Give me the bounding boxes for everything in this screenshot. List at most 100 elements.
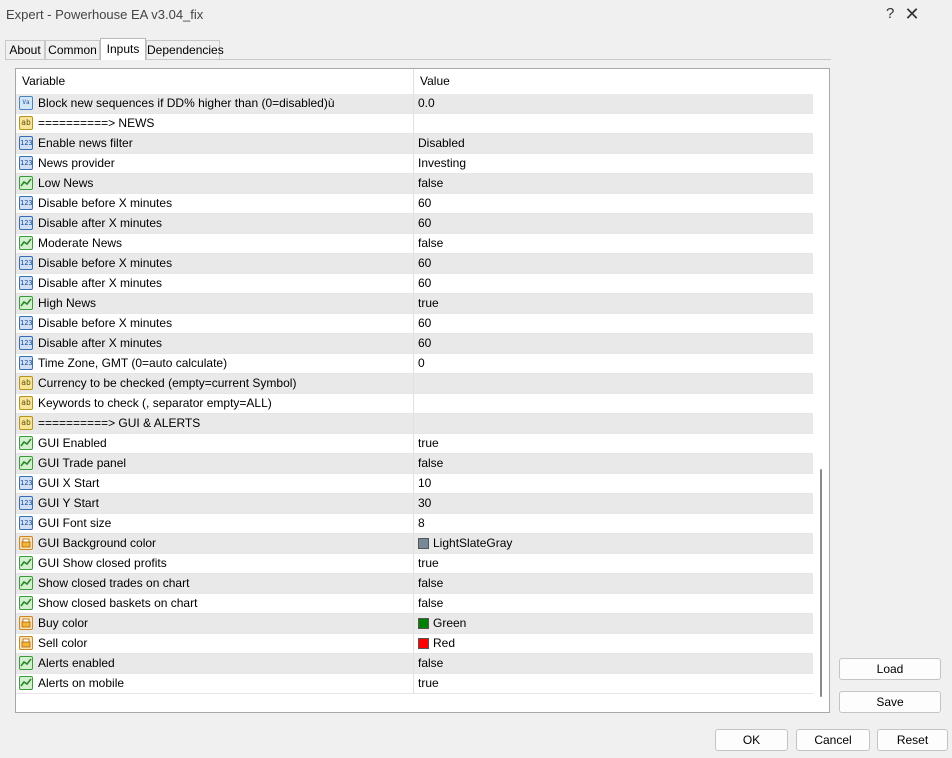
- value-cell[interactable]: false: [418, 234, 443, 253]
- close-icon[interactable]: ✕: [902, 3, 922, 25]
- value-cell[interactable]: false: [418, 174, 443, 193]
- header-value[interactable]: Value: [414, 69, 813, 94]
- table-row[interactable]: 123 Time Zone, GMT (0=auto calculate) 0: [16, 354, 813, 374]
- string-icon: ab: [19, 396, 33, 410]
- scrollbar-thumb[interactable]: [820, 469, 822, 697]
- table-row[interactable]: ab ==========> NEWS: [16, 114, 813, 134]
- column-separator: [413, 654, 414, 673]
- table-row[interactable]: Alerts enabled false: [16, 654, 813, 674]
- value-cell[interactable]: 60: [418, 274, 431, 293]
- reset-button[interactable]: Reset: [877, 729, 948, 751]
- value-text: 60: [418, 256, 432, 270]
- table-row[interactable]: Show closed trades on chart false: [16, 574, 813, 594]
- value-cell[interactable]: 30: [418, 494, 431, 513]
- variable-name: Keywords to check (, separator empty=ALL…: [38, 396, 272, 410]
- value-cell[interactable]: 8: [418, 514, 425, 533]
- value-cell[interactable]: Disabled: [418, 134, 465, 153]
- table-row[interactable]: Low News false: [16, 174, 813, 194]
- value-cell[interactable]: Investing: [418, 154, 466, 173]
- table-row[interactable]: Sell color Red: [16, 634, 813, 654]
- color-icon: [19, 616, 33, 630]
- inputs-grid[interactable]: Variable Value Va Block new sequences if …: [15, 68, 830, 713]
- header-variable[interactable]: Variable: [16, 69, 413, 94]
- integer-icon: 123: [19, 156, 33, 170]
- column-separator: [413, 314, 414, 333]
- value-cell[interactable]: false: [418, 654, 443, 673]
- table-row[interactable]: 123 GUI Font size 8: [16, 514, 813, 534]
- value-cell[interactable]: 60: [418, 254, 431, 273]
- table-row[interactable]: 123 Enable news filter Disabled: [16, 134, 813, 154]
- table-row[interactable]: 123 Disable after X minutes 60: [16, 274, 813, 294]
- color-swatch: [418, 638, 429, 649]
- table-row[interactable]: 123 Disable after X minutes 60: [16, 214, 813, 234]
- integer-icon: 123: [19, 496, 33, 510]
- ok-button[interactable]: OK: [715, 729, 788, 751]
- column-separator: [413, 454, 414, 473]
- column-separator: [413, 154, 414, 173]
- table-row[interactable]: GUI Enabled true: [16, 434, 813, 454]
- table-row[interactable]: High News true: [16, 294, 813, 314]
- table-row[interactable]: Moderate News false: [16, 234, 813, 254]
- table-row[interactable]: GUI Show closed profits true: [16, 554, 813, 574]
- value-cell[interactable]: LightSlateGray: [418, 534, 512, 553]
- column-separator: [413, 634, 414, 653]
- tab-dependencies[interactable]: Dependencies: [146, 40, 224, 59]
- value-cell[interactable]: true: [418, 294, 439, 313]
- value-cell[interactable]: false: [418, 454, 443, 473]
- value-cell[interactable]: true: [418, 554, 439, 573]
- column-separator: [413, 574, 414, 593]
- table-row[interactable]: 123 Disable before X minutes 60: [16, 254, 813, 274]
- tab-common[interactable]: Common: [45, 40, 100, 59]
- value-cell[interactable]: 60: [418, 334, 431, 353]
- tab-about[interactable]: About: [5, 40, 45, 59]
- table-row[interactable]: Alerts on mobile true: [16, 674, 813, 694]
- variable-name: Disable after X minutes: [38, 336, 163, 350]
- table-row[interactable]: 123 Disable after X minutes 60: [16, 334, 813, 354]
- value-cell[interactable]: true: [418, 434, 439, 453]
- value-text: Disabled: [418, 136, 465, 150]
- value-cell[interactable]: Green: [418, 614, 466, 633]
- help-button[interactable]: ?: [886, 5, 894, 22]
- value-cell[interactable]: 60: [418, 214, 431, 233]
- variable-name: ==========> NEWS: [38, 116, 155, 130]
- table-row[interactable]: Va Block new sequences if DD% higher than…: [16, 94, 813, 114]
- variable-name: Disable after X minutes: [38, 276, 163, 290]
- value-cell[interactable]: 60: [418, 194, 431, 213]
- value-cell[interactable]: true: [418, 674, 439, 693]
- value-cell[interactable]: 60: [418, 314, 431, 333]
- value-text: Red: [433, 636, 456, 650]
- table-row[interactable]: 123 News provider Investing: [16, 154, 813, 174]
- value-cell[interactable]: false: [418, 574, 443, 593]
- table-row[interactable]: Show closed baskets on chart false: [16, 594, 813, 614]
- table-row[interactable]: Buy color Green: [16, 614, 813, 634]
- table-row[interactable]: ab Keywords to check (, separator empty=A…: [16, 394, 813, 414]
- column-separator: [413, 114, 414, 133]
- table-row[interactable]: 123 Disable before X minutes 60: [16, 314, 813, 334]
- table-row[interactable]: GUI Trade panel false: [16, 454, 813, 474]
- table-row[interactable]: 123 Disable before X minutes 60: [16, 194, 813, 214]
- value-cell[interactable]: 0.0: [418, 94, 435, 113]
- value-text: true: [418, 296, 439, 310]
- value-cell[interactable]: Red: [418, 634, 455, 653]
- table-row[interactable]: ab Currency to be checked (empty=current …: [16, 374, 813, 394]
- column-separator: [413, 614, 414, 633]
- value-cell[interactable]: 10: [418, 474, 431, 493]
- variable-name: GUI Background color: [38, 536, 157, 550]
- value-cell[interactable]: false: [418, 594, 443, 613]
- table-row[interactable]: ab ==========> GUI & ALERTS: [16, 414, 813, 434]
- table-row[interactable]: 123 GUI X Start 10: [16, 474, 813, 494]
- tab-inputs[interactable]: Inputs: [100, 38, 146, 60]
- integer-icon: 123: [19, 356, 33, 370]
- load-button[interactable]: Load: [839, 658, 941, 680]
- column-separator: [413, 174, 414, 193]
- table-row[interactable]: 123 GUI Y Start 30: [16, 494, 813, 514]
- vertical-scrollbar[interactable]: [815, 69, 829, 712]
- value-text: 0.0: [418, 96, 435, 110]
- value-cell[interactable]: 0: [418, 354, 425, 373]
- cancel-button[interactable]: Cancel: [796, 729, 870, 751]
- save-button[interactable]: Save: [839, 691, 941, 713]
- column-separator: [413, 414, 414, 433]
- table-row[interactable]: GUI Background color LightSlateGray: [16, 534, 813, 554]
- integer-icon: 123: [19, 196, 33, 210]
- boolean-icon: [19, 576, 33, 590]
